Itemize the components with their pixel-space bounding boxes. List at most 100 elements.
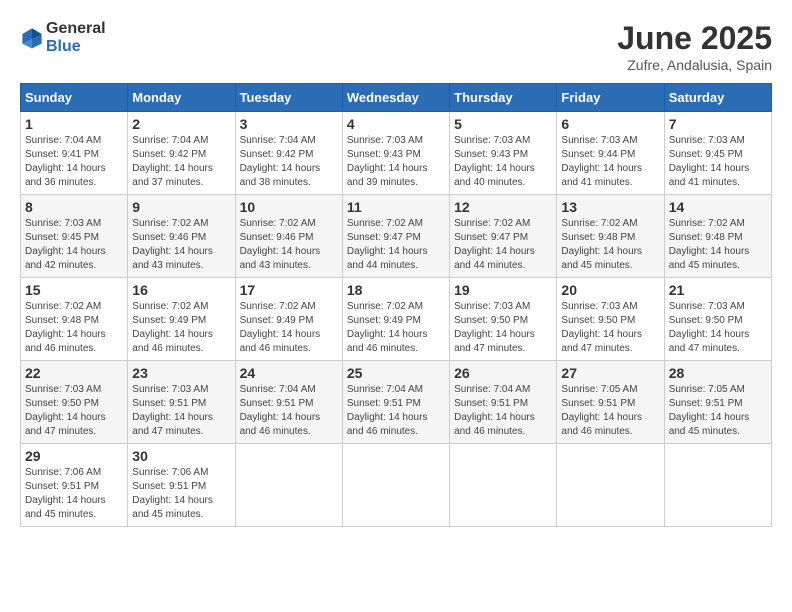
day-info: Sunrise: 7:04 AMSunset: 9:42 PMDaylight:…	[132, 134, 230, 190]
day-number: 14	[669, 199, 767, 215]
day-number: 25	[347, 365, 445, 381]
day-cell-14: 14 Sunrise: 7:02 AMSunset: 9:48 PMDaylig…	[664, 195, 771, 278]
header-saturday: Saturday	[664, 84, 771, 112]
day-info: Sunrise: 7:03 AMSunset: 9:43 PMDaylight:…	[347, 134, 445, 190]
day-info: Sunrise: 7:02 AMSunset: 9:48 PMDaylight:…	[561, 217, 659, 273]
day-info: Sunrise: 7:02 AMSunset: 9:47 PMDaylight:…	[454, 217, 552, 273]
day-number: 29	[25, 448, 123, 464]
day-number: 2	[132, 116, 230, 132]
day-cell-27: 27 Sunrise: 7:05 AMSunset: 9:51 PMDaylig…	[557, 361, 664, 444]
day-info: Sunrise: 7:02 AMSunset: 9:49 PMDaylight:…	[240, 300, 338, 356]
day-number: 17	[240, 282, 338, 298]
day-number: 20	[561, 282, 659, 298]
day-info: Sunrise: 7:03 AMSunset: 9:43 PMDaylight:…	[454, 134, 552, 190]
day-number: 15	[25, 282, 123, 298]
day-cell-11: 11 Sunrise: 7:02 AMSunset: 9:47 PMDaylig…	[342, 195, 449, 278]
day-number: 5	[454, 116, 552, 132]
day-info: Sunrise: 7:03 AMSunset: 9:44 PMDaylight:…	[561, 134, 659, 190]
calendar-row-2: 8 Sunrise: 7:03 AMSunset: 9:45 PMDayligh…	[21, 195, 772, 278]
day-number: 22	[25, 365, 123, 381]
day-number: 28	[669, 365, 767, 381]
day-info: Sunrise: 7:02 AMSunset: 9:46 PMDaylight:…	[240, 217, 338, 273]
day-info: Sunrise: 7:03 AMSunset: 9:51 PMDaylight:…	[132, 383, 230, 439]
month-title: June 2025	[617, 20, 772, 57]
header-tuesday: Tuesday	[235, 84, 342, 112]
day-info: Sunrise: 7:02 AMSunset: 9:48 PMDaylight:…	[669, 217, 767, 273]
day-info: Sunrise: 7:02 AMSunset: 9:49 PMDaylight:…	[347, 300, 445, 356]
day-info: Sunrise: 7:03 AMSunset: 9:50 PMDaylight:…	[25, 383, 123, 439]
day-number: 27	[561, 365, 659, 381]
day-info: Sunrise: 7:04 AMSunset: 9:51 PMDaylight:…	[454, 383, 552, 439]
day-number: 19	[454, 282, 552, 298]
day-cell-1: 1 Sunrise: 7:04 AMSunset: 9:41 PMDayligh…	[21, 112, 128, 195]
calendar-row-4: 22 Sunrise: 7:03 AMSunset: 9:50 PMDaylig…	[21, 361, 772, 444]
day-number: 26	[454, 365, 552, 381]
header-thursday: Thursday	[450, 84, 557, 112]
day-cell-2: 2 Sunrise: 7:04 AMSunset: 9:42 PMDayligh…	[128, 112, 235, 195]
day-number: 13	[561, 199, 659, 215]
day-info: Sunrise: 7:02 AMSunset: 9:48 PMDaylight:…	[25, 300, 123, 356]
day-number: 6	[561, 116, 659, 132]
header-wednesday: Wednesday	[342, 84, 449, 112]
day-cell-23: 23 Sunrise: 7:03 AMSunset: 9:51 PMDaylig…	[128, 361, 235, 444]
day-info: Sunrise: 7:06 AMSunset: 9:51 PMDaylight:…	[132, 466, 230, 522]
day-cell-21: 21 Sunrise: 7:03 AMSunset: 9:50 PMDaylig…	[664, 278, 771, 361]
header-sunday: Sunday	[21, 84, 128, 112]
empty-cell	[450, 444, 557, 527]
day-number: 12	[454, 199, 552, 215]
day-info: Sunrise: 7:04 AMSunset: 9:42 PMDaylight:…	[240, 134, 338, 190]
day-info: Sunrise: 7:04 AMSunset: 9:41 PMDaylight:…	[25, 134, 123, 190]
day-cell-19: 19 Sunrise: 7:03 AMSunset: 9:50 PMDaylig…	[450, 278, 557, 361]
calendar-header-row: Sunday Monday Tuesday Wednesday Thursday…	[21, 84, 772, 112]
day-number: 4	[347, 116, 445, 132]
day-cell-30: 30 Sunrise: 7:06 AMSunset: 9:51 PMDaylig…	[128, 444, 235, 527]
day-number: 23	[132, 365, 230, 381]
day-number: 16	[132, 282, 230, 298]
calendar-table: Sunday Monday Tuesday Wednesday Thursday…	[20, 83, 772, 527]
day-number: 7	[669, 116, 767, 132]
calendar-row-3: 15 Sunrise: 7:02 AMSunset: 9:48 PMDaylig…	[21, 278, 772, 361]
day-cell-25: 25 Sunrise: 7:04 AMSunset: 9:51 PMDaylig…	[342, 361, 449, 444]
day-number: 30	[132, 448, 230, 464]
day-cell-3: 3 Sunrise: 7:04 AMSunset: 9:42 PMDayligh…	[235, 112, 342, 195]
logo: General Blue	[20, 20, 106, 56]
day-cell-20: 20 Sunrise: 7:03 AMSunset: 9:50 PMDaylig…	[557, 278, 664, 361]
day-cell-10: 10 Sunrise: 7:02 AMSunset: 9:46 PMDaylig…	[235, 195, 342, 278]
day-info: Sunrise: 7:02 AMSunset: 9:49 PMDaylight:…	[132, 300, 230, 356]
day-cell-6: 6 Sunrise: 7:03 AMSunset: 9:44 PMDayligh…	[557, 112, 664, 195]
page-header: General Blue June 2025 Zufre, Andalusia,…	[20, 20, 772, 73]
day-number: 24	[240, 365, 338, 381]
day-cell-18: 18 Sunrise: 7:02 AMSunset: 9:49 PMDaylig…	[342, 278, 449, 361]
day-info: Sunrise: 7:04 AMSunset: 9:51 PMDaylight:…	[240, 383, 338, 439]
day-cell-7: 7 Sunrise: 7:03 AMSunset: 9:45 PMDayligh…	[664, 112, 771, 195]
day-number: 1	[25, 116, 123, 132]
day-info: Sunrise: 7:03 AMSunset: 9:50 PMDaylight:…	[454, 300, 552, 356]
day-cell-4: 4 Sunrise: 7:03 AMSunset: 9:43 PMDayligh…	[342, 112, 449, 195]
day-cell-29: 29 Sunrise: 7:06 AMSunset: 9:51 PMDaylig…	[21, 444, 128, 527]
day-number: 21	[669, 282, 767, 298]
location-title: Zufre, Andalusia, Spain	[617, 57, 772, 73]
day-cell-12: 12 Sunrise: 7:02 AMSunset: 9:47 PMDaylig…	[450, 195, 557, 278]
day-cell-5: 5 Sunrise: 7:03 AMSunset: 9:43 PMDayligh…	[450, 112, 557, 195]
day-number: 9	[132, 199, 230, 215]
day-number: 10	[240, 199, 338, 215]
day-info: Sunrise: 7:03 AMSunset: 9:50 PMDaylight:…	[669, 300, 767, 356]
day-info: Sunrise: 7:03 AMSunset: 9:50 PMDaylight:…	[561, 300, 659, 356]
day-cell-16: 16 Sunrise: 7:02 AMSunset: 9:49 PMDaylig…	[128, 278, 235, 361]
header-monday: Monday	[128, 84, 235, 112]
day-cell-17: 17 Sunrise: 7:02 AMSunset: 9:49 PMDaylig…	[235, 278, 342, 361]
day-number: 18	[347, 282, 445, 298]
day-cell-13: 13 Sunrise: 7:02 AMSunset: 9:48 PMDaylig…	[557, 195, 664, 278]
day-info: Sunrise: 7:03 AMSunset: 9:45 PMDaylight:…	[25, 217, 123, 273]
empty-cell	[664, 444, 771, 527]
day-number: 11	[347, 199, 445, 215]
day-number: 3	[240, 116, 338, 132]
day-number: 8	[25, 199, 123, 215]
logo-blue: Blue	[46, 38, 81, 55]
empty-cell	[557, 444, 664, 527]
empty-cell	[235, 444, 342, 527]
calendar-row-1: 1 Sunrise: 7:04 AMSunset: 9:41 PMDayligh…	[21, 112, 772, 195]
day-info: Sunrise: 7:02 AMSunset: 9:47 PMDaylight:…	[347, 217, 445, 273]
day-info: Sunrise: 7:04 AMSunset: 9:51 PMDaylight:…	[347, 383, 445, 439]
day-cell-9: 9 Sunrise: 7:02 AMSunset: 9:46 PMDayligh…	[128, 195, 235, 278]
